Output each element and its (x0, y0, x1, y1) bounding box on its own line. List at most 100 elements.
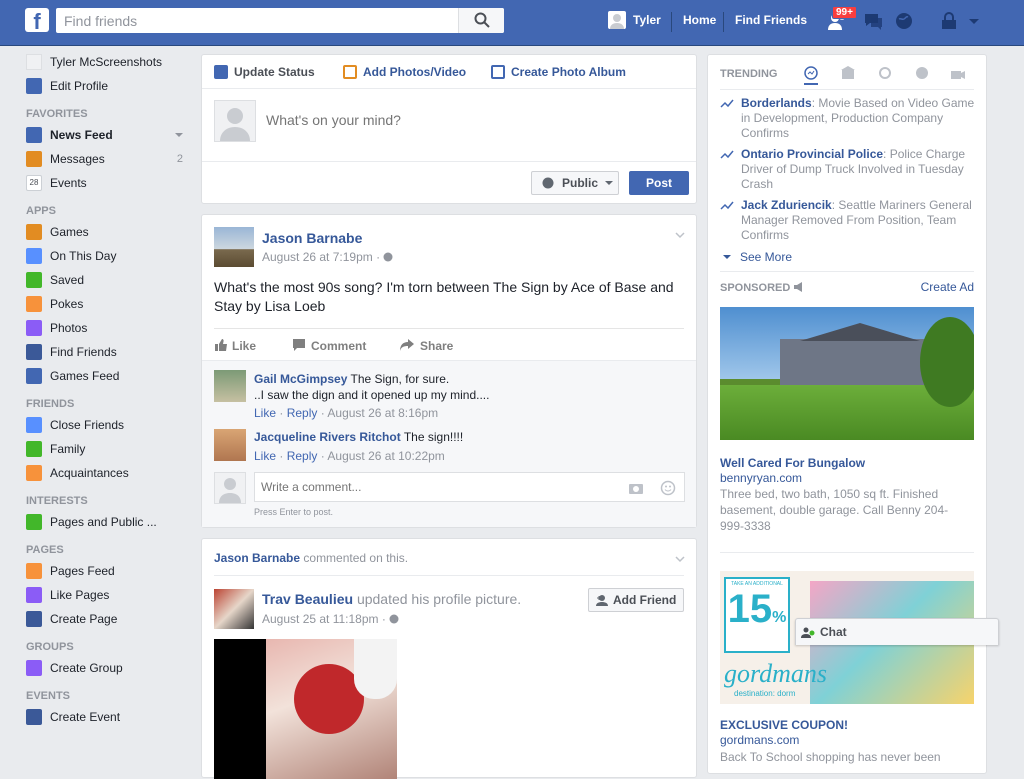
caret-down-icon[interactable] (175, 131, 183, 139)
sidebar-item-create-group[interactable]: Create Group (26, 660, 196, 684)
emoji-icon[interactable] (660, 480, 676, 496)
comment-like-link[interactable]: Like (254, 449, 276, 463)
sidebar-item-acquaintances[interactable]: Acquaintances (26, 465, 196, 489)
post-author-name[interactable]: Jason Barnabe (262, 230, 362, 246)
camera-icon[interactable] (628, 481, 644, 495)
post-button[interactable]: Post (629, 171, 689, 195)
nav-home-link[interactable]: Home (683, 13, 716, 27)
search-button[interactable] (458, 8, 504, 33)
comment-reply-link[interactable]: Reply (287, 449, 318, 463)
commenter-name[interactable]: Jacqueline Rivers Ritchot (254, 430, 401, 444)
post-author-avatar[interactable] (214, 589, 254, 629)
sidebar-item-photos[interactable]: Photos (26, 320, 196, 344)
sidebar-item-games-feed[interactable]: Games Feed (26, 368, 196, 392)
sidebar-item-events[interactable]: 28 Events (26, 175, 196, 199)
post-options-chevron-icon[interactable] (675, 554, 685, 564)
post-action-text: updated his profile picture. (356, 591, 522, 607)
privacy-shortcuts-jewel[interactable] (938, 10, 960, 32)
trending-politics-icon[interactable] (841, 66, 855, 80)
sidebar-item-saved[interactable]: Saved (26, 272, 196, 296)
sidebar-item-family[interactable]: Family (26, 441, 196, 465)
comment-reply-link[interactable]: Reply (287, 406, 318, 420)
account-menu-button[interactable] (968, 10, 980, 32)
commenter-name[interactable]: Gail McGimpsey (254, 372, 347, 386)
user-avatar[interactable] (608, 11, 626, 29)
trending-item[interactable]: Borderlands: Movie Based on Video Game i… (720, 96, 975, 141)
ad-title[interactable]: Well Cared For Bungalow (720, 456, 865, 470)
profile-picture-photo[interactable] (214, 639, 397, 779)
ad-title[interactable]: EXCLUSIVE COUPON! (720, 718, 848, 732)
commenter-avatar[interactable] (214, 429, 246, 461)
sidebar-item-games[interactable]: Games (26, 224, 196, 248)
sidebar-item-find-friends[interactable]: Find Friends (26, 344, 196, 368)
trending-top-icon[interactable] (804, 66, 818, 80)
profile-link[interactable]: Tyler McScreenshots (26, 54, 196, 78)
commenter-avatar[interactable] (214, 370, 246, 402)
share-button[interactable]: Share (399, 338, 453, 353)
sidebar-item-label: Pages Feed (50, 564, 115, 578)
trending-item[interactable]: Ontario Provincial Police: Police Charge… (720, 147, 975, 192)
comment-like-link[interactable]: Like (254, 406, 276, 420)
ad-description: Three bed, two bath, 1050 sq ft. Finishe… (720, 487, 949, 533)
edit-profile-link[interactable]: Edit Profile (26, 78, 196, 102)
sidebar-item-create-page[interactable]: Create Page (26, 611, 196, 635)
status-input[interactable] (266, 112, 666, 128)
section-header-friends[interactable]: FRIENDS (26, 398, 196, 410)
sidebar-item-on-this-day[interactable]: On This Day (26, 248, 196, 272)
nav-find-friends-link[interactable]: Find Friends (735, 13, 807, 27)
ad-brand-wordmark: gordmans (724, 659, 828, 688)
comment-button[interactable]: Comment (292, 338, 366, 353)
friend-requests-badge: 99+ (832, 6, 857, 19)
chat-tab[interactable]: Chat (795, 618, 999, 645)
ad-domain[interactable]: gordmans.com (720, 733, 799, 747)
facebook-logo-icon[interactable]: f (25, 8, 49, 34)
comment-input-box[interactable] (254, 472, 685, 502)
context-author[interactable]: Jason Barnabe (214, 551, 300, 565)
see-more-link[interactable]: See More (722, 250, 792, 264)
post-author-name[interactable]: Trav Beaulieu (262, 591, 353, 607)
update-status-tab[interactable]: Update Status (214, 65, 315, 79)
comment-time[interactable]: August 26 at 8:16pm (327, 406, 438, 420)
like-button[interactable]: Like (214, 338, 256, 353)
section-header-pages[interactable]: PAGES (26, 544, 196, 556)
ad-image-bungalow[interactable] (720, 307, 974, 440)
thumbs-up-icon (215, 339, 227, 351)
section-header-interests[interactable]: INTERESTS (26, 495, 196, 507)
post-options-chevron-icon[interactable] (675, 230, 685, 240)
post-timestamp[interactable]: August 26 at 7:19pm · (262, 250, 393, 264)
section-header-apps[interactable]: APPS (26, 205, 196, 217)
sidebar-item-pages-and-public[interactable]: Pages and Public ... (26, 514, 196, 538)
sidebar-item-create-event[interactable]: Create Event (26, 709, 196, 733)
photo-sticker-shape (354, 639, 397, 699)
post-timestamp[interactable]: August 25 at 11:18pm · (262, 612, 399, 626)
comment-bubble-icon (293, 339, 305, 351)
section-header-events[interactable]: EVENTS (26, 690, 196, 702)
create-photo-album-tab[interactable]: Create Photo Album (491, 65, 626, 79)
sidebar-item-pokes[interactable]: Pokes (26, 296, 196, 320)
comment-time[interactable]: August 26 at 10:22pm (327, 449, 444, 463)
add-friend-button[interactable]: Add Friend (588, 588, 684, 612)
section-header-groups[interactable]: GROUPS (26, 641, 196, 653)
ad-domain[interactable]: bennyryan.com (720, 471, 802, 485)
search-input[interactable] (56, 8, 451, 33)
privacy-label: Public (562, 176, 599, 190)
post-author-avatar[interactable] (214, 227, 254, 267)
privacy-selector-button[interactable]: Public (531, 171, 619, 195)
sidebar-item-pages-feed[interactable]: Pages Feed (26, 563, 196, 587)
ad-divider (720, 552, 974, 553)
comment-input[interactable] (255, 473, 615, 501)
messages-jewel[interactable] (862, 10, 884, 32)
trending-science-icon[interactable] (878, 66, 892, 80)
sidebar-item-messages[interactable]: Messages 2 (26, 151, 196, 175)
trending-entertainment-icon[interactable] (950, 66, 966, 80)
section-header-favorites[interactable]: FAVORITES (26, 108, 196, 120)
sidebar-item-news-feed[interactable]: News Feed (26, 127, 196, 151)
add-photos-video-tab[interactable]: Add Photos/Video (343, 65, 466, 79)
notifications-jewel[interactable] (893, 10, 915, 32)
sidebar-item-like-pages[interactable]: Like Pages (26, 587, 196, 611)
trending-item[interactable]: Jack Zduriencik: Seattle Mariners Genera… (720, 198, 975, 243)
create-ad-link[interactable]: Create Ad (921, 280, 974, 294)
nav-profile-link[interactable]: Tyler (633, 13, 661, 27)
sidebar-item-close-friends[interactable]: Close Friends (26, 417, 196, 441)
trending-sports-icon[interactable] (915, 66, 929, 80)
